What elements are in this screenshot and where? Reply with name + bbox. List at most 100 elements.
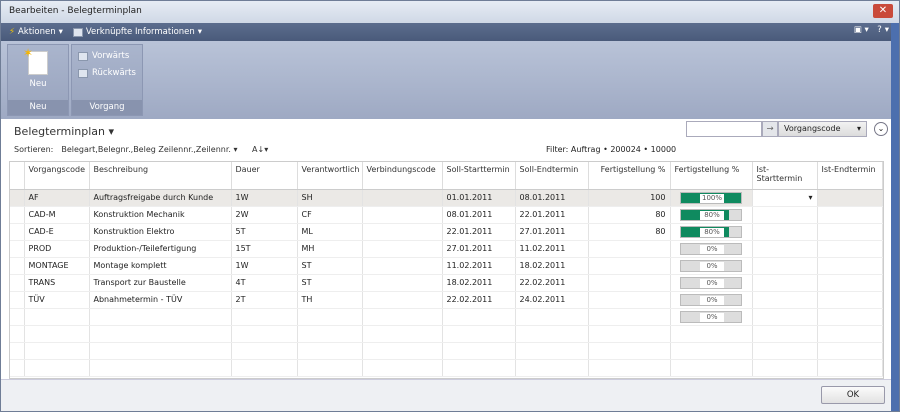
expand-chevron-icon[interactable]: ⌄ — [874, 122, 888, 136]
page-title[interactable]: Belegterminplan ▾ — [14, 125, 114, 138]
cell-link[interactable] — [362, 206, 443, 224]
cell-pct[interactable] — [588, 240, 671, 258]
cell-link[interactable] — [362, 342, 443, 360]
cell-dur[interactable]: 2T — [231, 291, 298, 309]
cell-dur[interactable]: 4T — [231, 274, 298, 292]
close-icon[interactable]: ✕ — [873, 4, 893, 18]
cell-dur[interactable]: 1W — [231, 189, 298, 207]
column-header[interactable]: Verantwortlich — [297, 162, 363, 190]
cell-pct[interactable]: 80 — [588, 223, 671, 241]
table-row[interactable]: TÜV Abnahmetermin - TÜV 2T TH 22.02.2011 24.0… — [10, 291, 883, 309]
cell-actual-end[interactable] — [817, 359, 883, 377]
table-row[interactable]: TRANS Transport zur Baustelle 4T ST 18.02.20… — [10, 274, 883, 292]
cell-resp[interactable]: SH — [297, 189, 363, 207]
cell-start[interactable]: 11.02.2011 — [442, 257, 516, 275]
cell-actual-start[interactable] — [752, 240, 818, 258]
cell-desc[interactable] — [89, 325, 232, 343]
cell-link[interactable] — [362, 359, 443, 377]
cell-end[interactable]: 08.01.2011 — [515, 189, 589, 207]
cell-dur[interactable] — [231, 342, 298, 360]
cell-actual-end[interactable] — [817, 257, 883, 275]
cell-desc[interactable]: Produktion-/Teilefertigung — [89, 240, 232, 258]
table-row[interactable] — [10, 325, 883, 343]
cell-desc[interactable]: Konstruktion Elektro — [89, 223, 232, 241]
cell-end[interactable] — [515, 308, 589, 326]
cell-resp[interactable] — [297, 342, 363, 360]
cell-pct[interactable] — [588, 325, 671, 343]
row-selector[interactable] — [10, 342, 25, 360]
cell-start[interactable] — [442, 308, 516, 326]
dropdown-arrow-icon[interactable]: ▾ — [808, 193, 812, 202]
cell-dur[interactable] — [231, 325, 298, 343]
cell-pct[interactable] — [588, 342, 671, 360]
cell-dur[interactable]: 1W — [231, 257, 298, 275]
column-header[interactable]: Soll-Starttermin — [442, 162, 516, 190]
cell-code[interactable]: TÜV — [24, 291, 90, 309]
cell-code[interactable]: AF — [24, 189, 90, 207]
cell-desc[interactable] — [89, 342, 232, 360]
cell-actual-start[interactable]: ▾ — [752, 189, 818, 207]
cell-start[interactable]: 27.01.2011 — [442, 240, 516, 258]
cell-desc[interactable]: Transport zur Baustelle — [89, 274, 232, 292]
cell-link[interactable] — [362, 274, 443, 292]
cell-actual-end[interactable] — [817, 206, 883, 224]
cell-start[interactable] — [442, 342, 516, 360]
column-header[interactable]: Fertigstellung % — [670, 162, 753, 190]
cell-end[interactable]: 11.02.2011 — [515, 240, 589, 258]
cell-link[interactable] — [362, 291, 443, 309]
cell-code[interactable] — [24, 359, 90, 377]
cell-start[interactable]: 22.02.2011 — [442, 291, 516, 309]
cell-actual-start[interactable] — [752, 223, 818, 241]
cell-actual-start[interactable] — [752, 274, 818, 292]
cell-end[interactable]: 22.01.2011 — [515, 206, 589, 224]
cell-actual-end[interactable] — [817, 342, 883, 360]
cell-dur[interactable] — [231, 359, 298, 377]
cell-code[interactable]: CAD-M — [24, 206, 90, 224]
ok-button[interactable]: OK — [821, 386, 885, 404]
cell-end[interactable]: 24.02.2011 — [515, 291, 589, 309]
cell-pct[interactable] — [588, 274, 671, 292]
column-header[interactable]: Dauer — [231, 162, 298, 190]
cell-dur[interactable]: 15T — [231, 240, 298, 258]
row-selector[interactable] — [10, 223, 25, 241]
cell-link[interactable] — [362, 325, 443, 343]
cell-desc[interactable] — [89, 308, 232, 326]
cell-start[interactable]: 08.01.2011 — [442, 206, 516, 224]
column-header[interactable]: Ist-Starttermin — [752, 162, 818, 190]
cell-resp[interactable]: ML — [297, 223, 363, 241]
forward-button[interactable]: Vorwärts — [78, 51, 136, 61]
cell-start[interactable]: 22.01.2011 — [442, 223, 516, 241]
cell-resp[interactable] — [297, 325, 363, 343]
cell-code[interactable] — [24, 308, 90, 326]
cell-code[interactable]: MONTAGE — [24, 257, 90, 275]
row-selector[interactable] — [10, 308, 25, 326]
row-selector[interactable] — [10, 206, 25, 224]
row-selector[interactable] — [10, 189, 25, 207]
cell-actual-end[interactable] — [817, 291, 883, 309]
cell-actual-start[interactable] — [752, 342, 818, 360]
cell-resp[interactable]: ST — [297, 274, 363, 292]
cell-actual-end[interactable] — [817, 240, 883, 258]
cell-resp[interactable]: ST — [297, 257, 363, 275]
table-row[interactable]: AF Auftragsfreigabe durch Kunde 1W SH 01.01.… — [10, 189, 883, 207]
cell-pct[interactable]: 100 — [588, 189, 671, 207]
column-header[interactable]: Ist-Endtermin — [817, 162, 883, 190]
cell-end[interactable]: 18.02.2011 — [515, 257, 589, 275]
row-selector[interactable] — [10, 325, 25, 343]
row-selector[interactable] — [10, 240, 25, 258]
cell-actual-start[interactable] — [752, 359, 818, 377]
cell-pct[interactable]: 80 — [588, 206, 671, 224]
cell-actual-end[interactable] — [817, 308, 883, 326]
table-row[interactable]: PROD Produktion-/Teilefertigung 15T MH 27.01… — [10, 240, 883, 258]
linked-info-menu[interactable]: Verknüpfte Informationen ▾ — [72, 27, 202, 37]
search-input[interactable] — [686, 121, 762, 137]
search-go-icon[interactable]: → — [762, 121, 778, 137]
cell-actual-start[interactable] — [752, 206, 818, 224]
cell-dur[interactable]: 2W — [231, 206, 298, 224]
actions-menu[interactable]: ⚡ Aktionen ▾ — [9, 27, 63, 37]
cell-end[interactable] — [515, 359, 589, 377]
cell-code[interactable]: TRANS — [24, 274, 90, 292]
cell-code[interactable] — [24, 325, 90, 343]
cell-actual-start[interactable] — [752, 325, 818, 343]
cell-resp[interactable]: MH — [297, 240, 363, 258]
